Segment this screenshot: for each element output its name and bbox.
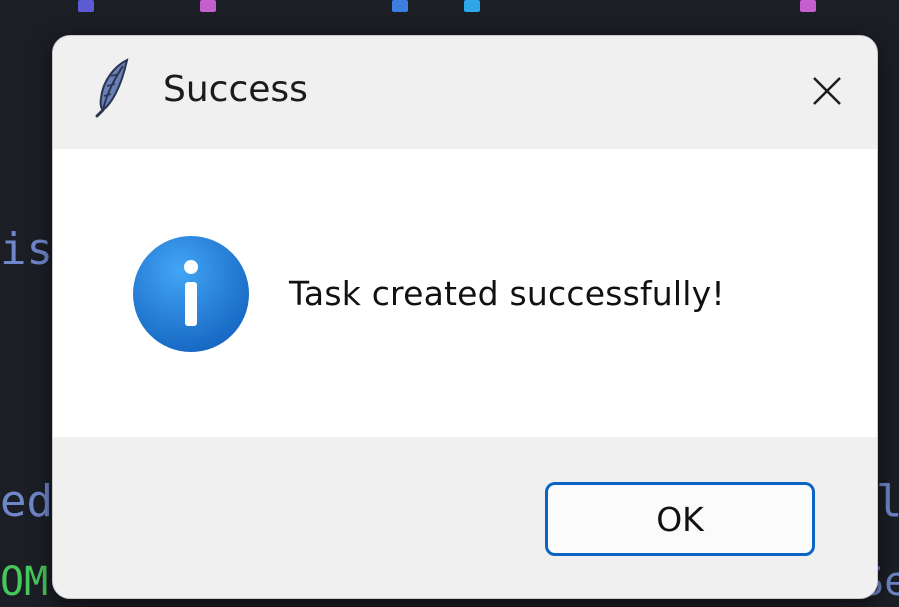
success-dialog: Success Task created successfully! OK bbox=[52, 35, 878, 599]
background-text: ed bbox=[0, 476, 53, 527]
info-icon bbox=[131, 234, 251, 354]
dialog-title: Success bbox=[163, 69, 308, 110]
dialog-titlebar[interactable]: Success bbox=[53, 36, 877, 149]
background-text: OM bbox=[0, 559, 49, 605]
background-text: lo bbox=[876, 476, 899, 527]
background-decoration bbox=[200, 0, 216, 12]
background-decoration bbox=[78, 0, 94, 12]
close-icon bbox=[810, 74, 844, 112]
background-decoration bbox=[800, 0, 816, 12]
feather-icon bbox=[93, 58, 131, 118]
ok-button[interactable]: OK bbox=[545, 482, 815, 556]
dialog-footer: OK bbox=[53, 437, 877, 598]
background-decoration bbox=[392, 0, 408, 12]
close-button[interactable] bbox=[777, 36, 877, 149]
background-decoration bbox=[464, 0, 480, 12]
dialog-content: Task created successfully! bbox=[53, 149, 877, 437]
dialog-message: Task created successfully! bbox=[289, 274, 725, 313]
background-text: is bbox=[0, 224, 53, 275]
